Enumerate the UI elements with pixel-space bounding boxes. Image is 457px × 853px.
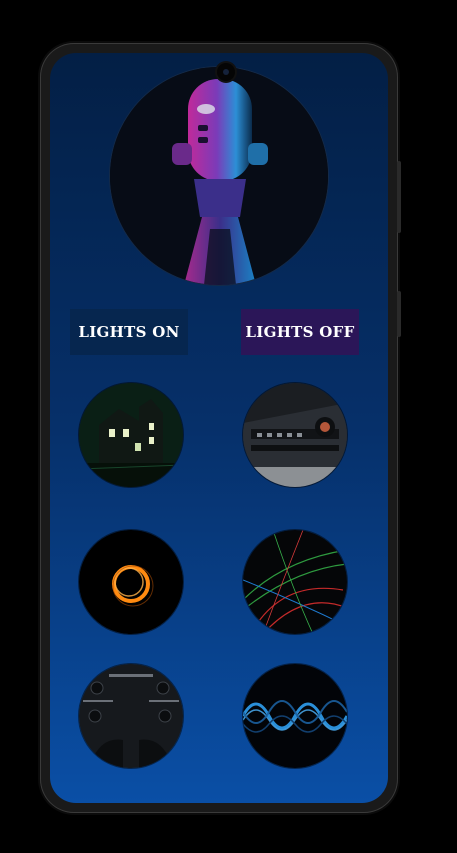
- lights-on-button[interactable]: LIGHTS ON: [70, 309, 188, 355]
- app-screen: LIGHTS ON LIGHTS OFF: [50, 53, 388, 803]
- phone-frame: LIGHTS ON LIGHTS OFF: [40, 43, 401, 813]
- haunted-house-thumbnail[interactable]: [79, 383, 183, 487]
- power-button: [397, 291, 401, 337]
- audio-equipment-icon: [243, 383, 347, 487]
- control-panel-icon: [79, 664, 183, 768]
- blue-waves-thumbnail[interactable]: [243, 664, 347, 768]
- colorful-particles-thumbnail[interactable]: [243, 530, 347, 634]
- audio-equipment-thumbnail[interactable]: [243, 383, 347, 487]
- haunted-house-icon: [79, 383, 183, 487]
- microphone-icon: [110, 67, 328, 285]
- orange-ring-icon: [79, 530, 183, 634]
- volume-button: [397, 161, 401, 233]
- microphone-image: [110, 67, 328, 285]
- particles-icon: [243, 530, 347, 634]
- orange-ring-thumbnail[interactable]: [79, 530, 183, 634]
- blue-waves-icon: [243, 664, 347, 768]
- front-camera: [217, 63, 235, 81]
- control-panel-thumbnail[interactable]: [79, 664, 183, 768]
- lights-off-button[interactable]: LIGHTS OFF: [241, 309, 359, 355]
